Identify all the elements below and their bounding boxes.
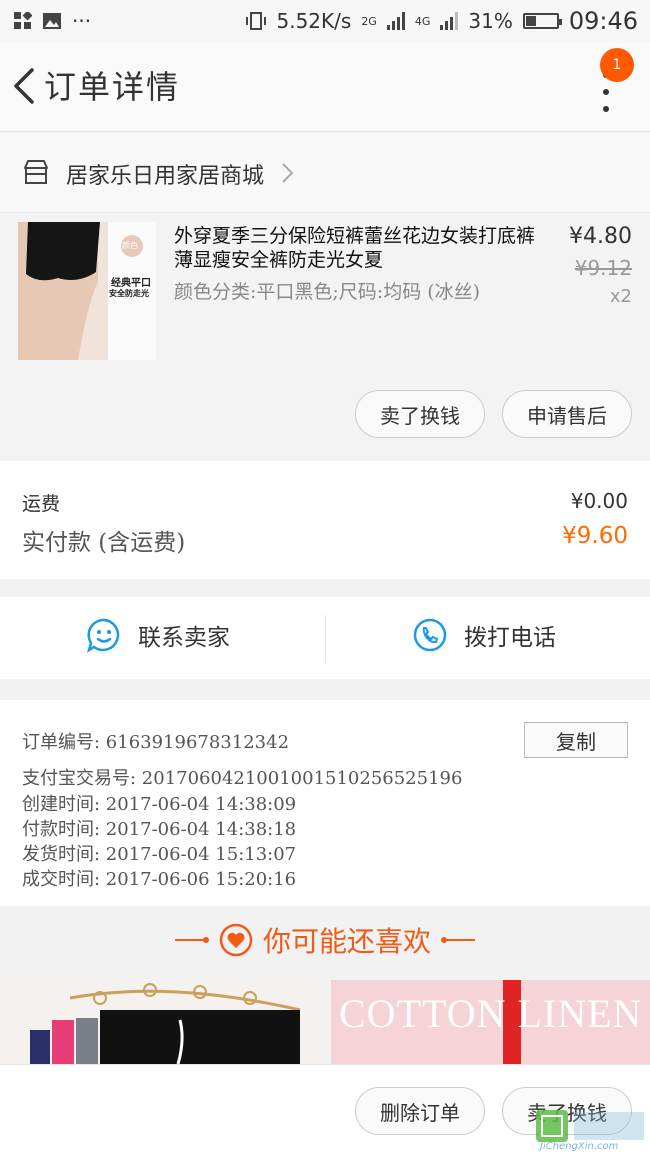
more-notifications-icon: ··· [72, 9, 92, 33]
net-type-1: 2G [361, 14, 377, 28]
completed-time: 成交时间: 2017-06-06 15:20:16 [22, 869, 297, 890]
delete-order-button[interactable]: 删除订单 [355, 1087, 485, 1135]
product-title[interactable]: 外穿夏季三分保险短裤蕾丝花边女装打底裤薄显瘦安全裤防走光女夏 [174, 224, 546, 272]
paid-value: ¥9.60 [562, 523, 628, 549]
product-price: ¥4.80 [569, 224, 632, 249]
paid-label: 实付款 (含运费) [22, 530, 186, 556]
battery-icon [522, 13, 562, 29]
phone-icon [413, 618, 447, 652]
status-left: ··· [14, 9, 91, 33]
after-sale-button[interactable]: 申请售后 [502, 390, 632, 438]
page-title: 订单详情 [44, 68, 181, 106]
image-label-color: 颜色 [122, 241, 138, 250]
heart-icon [219, 923, 253, 957]
signal-1-icon [386, 12, 405, 30]
watermark-text: JiChengXin.com [540, 1141, 619, 1152]
paid-time: 付款时间: 2017-06-04 14:38:18 [22, 819, 297, 840]
shipped-time: 发货时间: 2017-06-04 15:13:07 [22, 844, 297, 865]
divider [325, 615, 326, 663]
shop-icon [24, 160, 48, 184]
back-icon[interactable] [10, 64, 40, 108]
chevron-right-icon [282, 163, 294, 183]
nav-bar: 订单详情 [0, 42, 650, 132]
signal-2-icon [440, 12, 459, 30]
image-label-2: 安全防走光 [109, 289, 149, 298]
banner-text: COTTON LINEN [339, 991, 643, 1036]
contact-seller-label: 联系卖家 [138, 625, 230, 651]
recommend-header: 你可能还喜欢 [0, 907, 650, 973]
call-button[interactable]: 拨打电话 [412, 617, 556, 653]
product-quantity: x2 [609, 286, 632, 307]
battery-percent: 31% [468, 9, 513, 33]
created-time: 创建时间: 2017-06-04 14:38:09 [22, 794, 297, 815]
recommend-item-2[interactable]: COTTON LINEN [331, 980, 650, 1064]
chat-icon [86, 618, 120, 653]
vibrate-icon [245, 12, 266, 30]
status-bar: ··· 5.52K/s 2G 4G 31% 09:46 [0, 0, 650, 42]
gallery-icon [43, 13, 61, 29]
recommend-line-right [441, 937, 475, 943]
apps-icon [14, 12, 32, 29]
product-original-price: ¥9.12 [574, 256, 632, 280]
alipay-number: 支付宝交易号: 2017060421001001510256525196 [22, 768, 463, 789]
product-image[interactable]: 颜色 经典平口 安全防走光 [18, 222, 156, 360]
shop-name: 居家乐日用家居商城 [66, 164, 265, 189]
shipping-value: ¥0.00 [570, 489, 628, 513]
recommend-line-left [174, 937, 209, 943]
order-number: 订单编号: 6163919678312342 [22, 732, 290, 753]
net-type-2: 4G [414, 14, 431, 28]
recommend-goods: COTTON LINEN [0, 980, 650, 1064]
notification-badge: 1 [600, 48, 634, 82]
copy-button[interactable]: 复制 [524, 722, 628, 758]
call-label: 拨打电话 [464, 625, 556, 651]
net-speed: 5.52K/s [276, 9, 352, 33]
recommend-item-1[interactable] [0, 980, 319, 1064]
status-right: 5.52K/s 2G 4G 31% 09:46 [245, 7, 638, 35]
image-label-1: 经典平口 [111, 278, 151, 289]
recommend-title: 你可能还喜欢 [262, 925, 431, 958]
contact-section: 联系卖家 拨打电话 [0, 597, 650, 679]
contact-seller-button[interactable]: 联系卖家 [86, 617, 230, 653]
shipping-label: 运费 [22, 493, 61, 515]
order-info-section: 订单编号: 6163919678312342 复制 支付宝交易号: 201706… [0, 700, 650, 906]
product-item: 颜色 经典平口 安全防走光 外穿夏季三分保险短裤蕾丝花边女装打底裤薄显瘦安全裤防… [0, 214, 650, 460]
shop-row[interactable]: 居家乐日用家居商城 [0, 133, 650, 213]
clock: 09:46 [568, 7, 638, 35]
sell-button[interactable]: 卖了换钱 [355, 390, 485, 438]
fee-section: 运费 ¥0.00 实付款 (含运费) ¥9.60 [0, 461, 650, 579]
product-spec: 颜色分类:平口黑色;尺码:均码 (冰丝) [174, 281, 481, 303]
